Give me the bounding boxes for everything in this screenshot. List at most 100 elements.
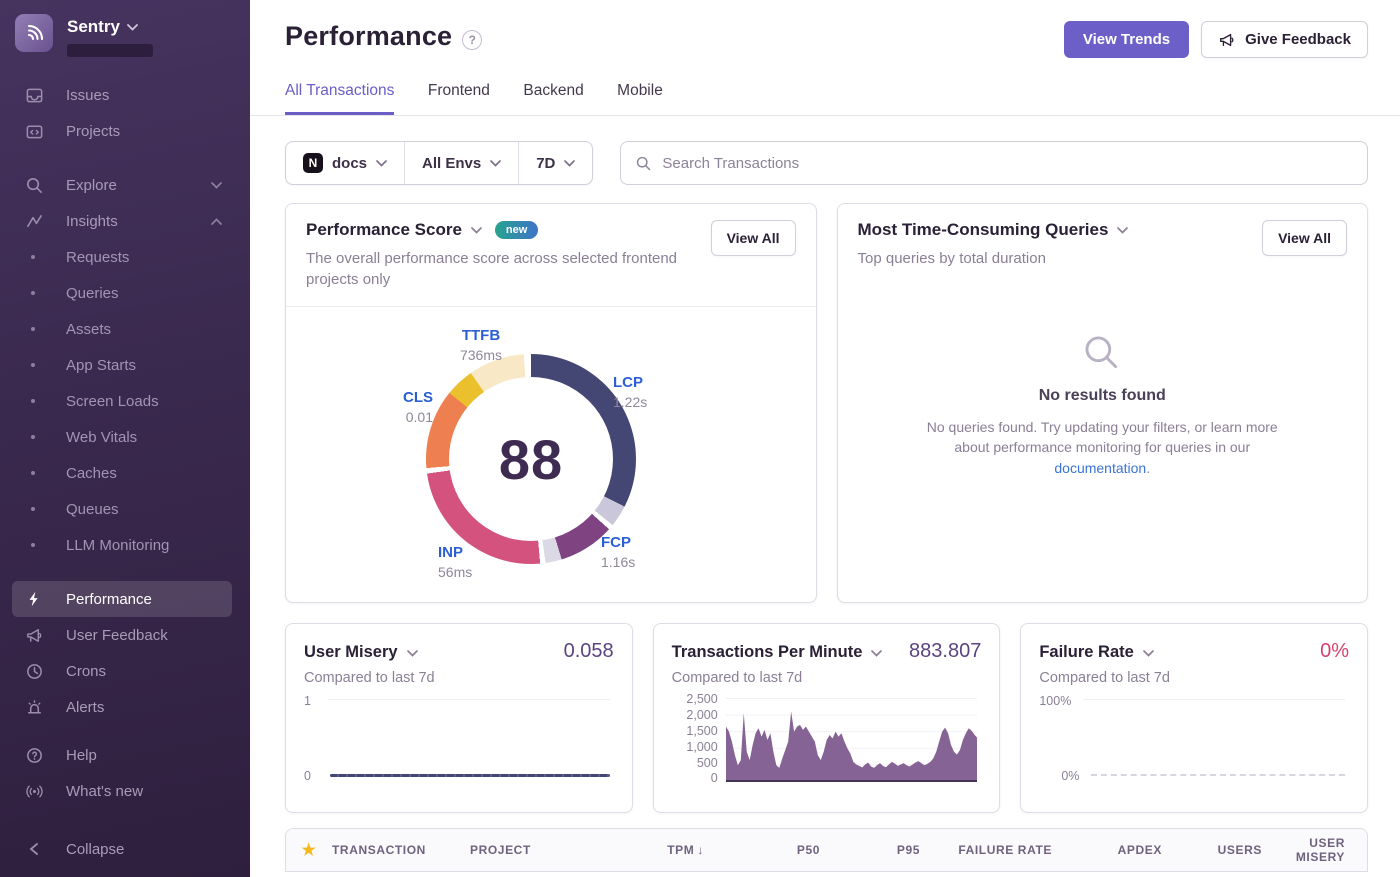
column-p95[interactable]: P95 [820, 843, 920, 857]
empty-state-title: No results found [1039, 387, 1166, 405]
y-tick: 1 [304, 694, 311, 708]
metric-inp[interactable]: INP 56ms [438, 544, 472, 581]
sidebar-section-label: Insights [66, 213, 211, 230]
org-switcher[interactable]: Sentry [0, 0, 250, 57]
transactions-table: ★ TRANSACTION PROJECT TPM↓ P50 P95 FAILU… [285, 828, 1368, 872]
sidebar-item-issues[interactable]: Issues [0, 77, 250, 113]
chevron-down-icon [127, 24, 138, 31]
column-p50[interactable]: P50 [704, 843, 820, 857]
view-trends-button[interactable]: View Trends [1064, 21, 1189, 58]
bullet-icon [31, 399, 35, 403]
sidebar-section-explore[interactable]: Explore [0, 167, 250, 203]
failure-rate-line [1091, 774, 1345, 776]
date-range-value: 7D [536, 155, 555, 172]
failure-rate-value: 0% [1320, 640, 1349, 663]
sidebar-item-alerts[interactable]: Alerts [0, 689, 250, 725]
sidebar-item-caches[interactable]: Caches [0, 455, 250, 491]
card-subtitle: Compared to last 7d [1039, 670, 1349, 686]
sidebar-item-queries[interactable]: Queries [0, 275, 250, 311]
transactions-per-minute-card: Transactions Per Minute 883.807 Compared… [653, 623, 1001, 813]
sidebar-item-whats-new[interactable]: What's new [0, 773, 250, 809]
date-range-filter[interactable]: 7D [518, 142, 592, 184]
sidebar-item-queues[interactable]: Queues [0, 491, 250, 527]
sidebar-item-label: Queries [66, 285, 119, 302]
user-misery-value: 0.058 [564, 640, 614, 663]
sentry-logo-tile[interactable] [15, 14, 53, 52]
view-all-button[interactable]: View All [711, 220, 796, 256]
app-window: Sentry Issues Projects [0, 0, 1400, 877]
new-badge: new [495, 221, 538, 239]
sidebar-item-label: Caches [66, 465, 117, 482]
sidebar-item-requests[interactable]: Requests [0, 239, 250, 275]
tpm-area-chart[interactable] [726, 698, 978, 782]
sidebar-item-web-vitals[interactable]: Web Vitals [0, 419, 250, 455]
sidebar-section-insights[interactable]: Insights [0, 203, 250, 239]
page-title: Performance [285, 21, 452, 52]
page-help-icon[interactable]: ? [462, 30, 482, 50]
sidebar-collapse-button[interactable]: Collapse [0, 831, 250, 867]
metric-fcp[interactable]: FCP 1.16s [601, 534, 635, 571]
project-filter[interactable]: N docs [286, 142, 404, 184]
empty-state: No results found No queries found. Try u… [838, 331, 1368, 478]
chevron-down-icon[interactable] [471, 227, 482, 234]
tab-all-transactions[interactable]: All Transactions [285, 82, 394, 115]
give-feedback-button[interactable]: Give Feedback [1201, 21, 1368, 58]
tpm-chart: 2,500 2,000 1,500 1,000 500 0 [672, 698, 982, 782]
sidebar-item-crons[interactable]: Crons [0, 653, 250, 689]
sidebar-nav: Issues Projects Explore [0, 77, 250, 809]
search-transactions-input[interactable] [662, 155, 1353, 172]
org-subtitle-placeholder [67, 44, 153, 57]
user-misery-chart: 1 0 [304, 698, 614, 782]
chevron-down-icon[interactable] [871, 650, 882, 657]
chevron-left-icon [24, 839, 44, 859]
sidebar-item-projects[interactable]: Projects [0, 113, 250, 149]
sidebar-item-label: Queues [66, 501, 119, 518]
column-user-misery[interactable]: USER MISERY [1262, 836, 1345, 864]
environment-filter-value: All Envs [422, 155, 481, 172]
y-tick: 0% [1061, 769, 1079, 783]
chevron-down-icon[interactable] [1117, 227, 1128, 234]
x-axis-line [726, 780, 978, 782]
sidebar-item-label: Requests [66, 249, 129, 266]
chevron-down-icon[interactable] [1143, 650, 1154, 657]
metric-lcp[interactable]: LCP 1.22s [613, 374, 647, 411]
search-transactions-box[interactable] [620, 141, 1368, 185]
column-apdex[interactable]: APDEX [1052, 843, 1162, 857]
sidebar-item-llm-monitoring[interactable]: LLM Monitoring [0, 527, 250, 563]
tpm-value: 883.807 [909, 640, 981, 663]
broadcast-icon [24, 781, 44, 801]
documentation-link[interactable]: documentation [1054, 460, 1146, 476]
environment-filter[interactable]: All Envs [404, 142, 518, 184]
bullet-icon [31, 543, 35, 547]
sidebar-item-performance[interactable]: Performance [12, 581, 232, 617]
star-icon[interactable]: ★ [286, 840, 332, 860]
insights-wave-icon [24, 211, 44, 231]
column-transaction[interactable]: TRANSACTION [332, 843, 470, 857]
sidebar-item-screen-loads[interactable]: Screen Loads [0, 383, 250, 419]
sidebar-item-label: Alerts [66, 699, 104, 716]
sidebar-item-label: Projects [66, 123, 120, 140]
sidebar-item-label: Assets [66, 321, 111, 338]
card-title: User Misery [304, 643, 398, 662]
chevron-down-icon[interactable] [407, 650, 418, 657]
tab-mobile[interactable]: Mobile [617, 82, 663, 112]
column-project[interactable]: PROJECT [470, 843, 598, 857]
tab-frontend[interactable]: Frontend [428, 82, 490, 112]
sidebar-item-label: Crons [66, 663, 106, 680]
metric-cls[interactable]: CLS 0.01 [353, 389, 433, 426]
sidebar: Sentry Issues Projects [0, 0, 250, 877]
card-title: Failure Rate [1039, 643, 1133, 662]
sidebar-item-label: Performance [66, 591, 152, 608]
sidebar-item-assets[interactable]: Assets [0, 311, 250, 347]
sidebar-item-app-starts[interactable]: App Starts [0, 347, 250, 383]
sidebar-item-help[interactable]: Help [0, 737, 250, 773]
metric-ttfb[interactable]: TTFB 736ms [436, 327, 526, 364]
y-tick: 100% [1039, 694, 1071, 708]
column-tpm[interactable]: TPM↓ [598, 843, 704, 857]
sidebar-item-user-feedback[interactable]: User Feedback [0, 617, 250, 653]
view-all-button[interactable]: View All [1262, 220, 1347, 256]
column-failure-rate[interactable]: FAILURE RATE [920, 843, 1052, 857]
tab-backend[interactable]: Backend [523, 82, 583, 112]
column-users[interactable]: USERS [1162, 843, 1262, 857]
card-subtitle: The overall performance score across sel… [306, 248, 678, 290]
